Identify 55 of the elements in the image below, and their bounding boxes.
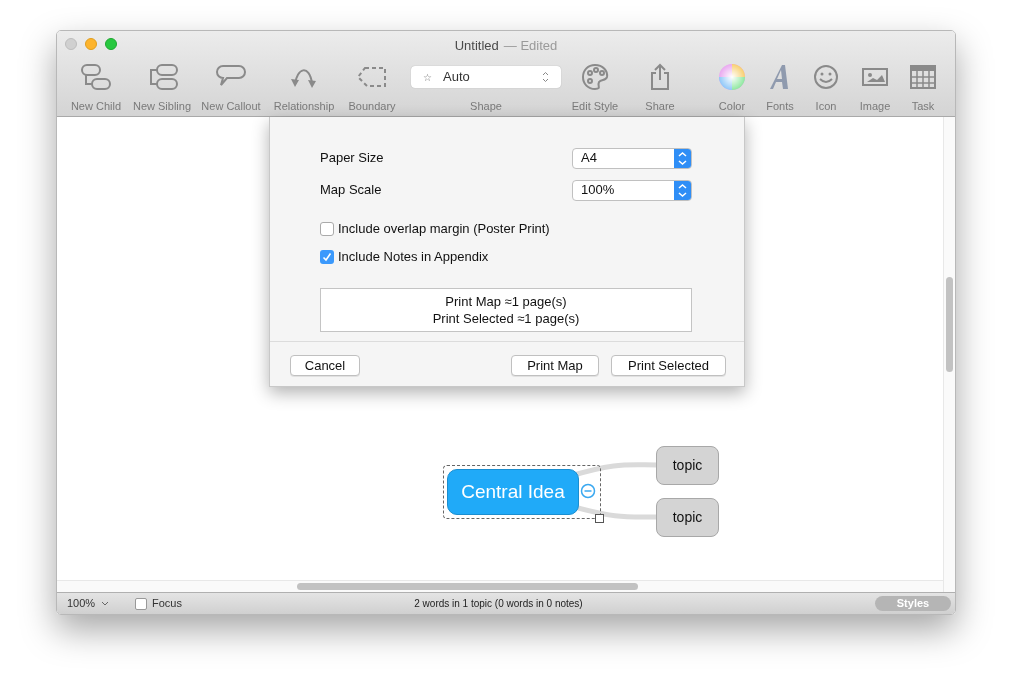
- toolbar-button[interactable]: Boundary: [348, 60, 396, 115]
- zoom-button[interactable]: [105, 37, 117, 50]
- popup-button[interactable]: 100%: [572, 179, 692, 201]
- toolbar-button[interactable]: New Sibling: [132, 60, 192, 115]
- toolbar-button[interactable]: Icon: [812, 60, 840, 115]
- field-label: Map Scale: [320, 181, 382, 200]
- focus-checkbox[interactable]: [135, 597, 147, 610]
- palette-icon: [580, 62, 610, 92]
- collapse-icon[interactable]: [580, 483, 596, 499]
- styles-button[interactable]: Styles: [875, 596, 951, 611]
- stepper-arrows-icon: [542, 71, 549, 83]
- toolbar-button[interactable]: Edit Style: [571, 60, 619, 115]
- subtopic[interactable]: topic: [656, 446, 719, 485]
- toolbar-button[interactable]: Share: [645, 60, 675, 115]
- chevron-down-icon: [101, 601, 110, 606]
- toolbar-button[interactable]: New Child: [70, 60, 122, 115]
- dialog-button[interactable]: Print Selected: [611, 355, 726, 376]
- close-button[interactable]: [65, 37, 77, 50]
- toolbar-button[interactable]: Image: [859, 60, 891, 115]
- popup-button[interactable]: A4: [572, 147, 692, 169]
- vertical-scrollbar[interactable]: [946, 277, 953, 372]
- shape-dropdown[interactable]: ☆ Auto: [411, 66, 561, 88]
- focus-label: Focus: [152, 596, 182, 612]
- horizontal-scrollbar[interactable]: [297, 583, 638, 590]
- subtopic[interactable]: topic: [656, 498, 719, 537]
- checkbox-label: Include overlap margin (Poster Print): [338, 220, 550, 239]
- summary-line: Print Map ≈1 page(s): [445, 293, 567, 310]
- window-title: Untitled: [454, 37, 499, 55]
- checkbox[interactable]: [320, 250, 334, 264]
- stepper-arrows-icon: [674, 180, 691, 200]
- star-icon: ☆: [423, 69, 443, 85]
- central-topic[interactable]: Central Idea: [447, 469, 579, 515]
- resize-handle[interactable]: [595, 514, 604, 523]
- summary-line: Print Selected ≈1 page(s): [432, 310, 580, 327]
- toolbar-button[interactable]: Color: [718, 60, 746, 115]
- word-count: 2 words in 1 topic (0 words in 0 notes): [414, 597, 583, 611]
- toolbar-button[interactable]: Relationship: [273, 60, 335, 115]
- edited-status: — Edited: [503, 37, 558, 55]
- dialog-button[interactable]: Cancel: [290, 355, 360, 376]
- calendar-grid-icon: [908, 62, 938, 92]
- minimize-button[interactable]: [85, 37, 97, 50]
- toolbar-button[interactable]: Task: [908, 60, 938, 115]
- color-wheel-icon: [718, 63, 746, 91]
- toolbar-button[interactable]: New Callout: [201, 60, 261, 115]
- new-child-icon: [79, 62, 113, 92]
- zoom-dropdown[interactable]: 100%: [67, 595, 127, 612]
- stepper-arrows-icon: [674, 148, 691, 168]
- smiley-icon: [812, 63, 840, 91]
- checkbox-label: Include Notes in Appendix: [338, 248, 489, 267]
- field-label: Paper Size: [320, 149, 384, 168]
- shape-value: Auto: [443, 68, 471, 87]
- checkbox[interactable]: [320, 222, 334, 236]
- dialog-button[interactable]: Print Map: [511, 355, 599, 376]
- toolbar-button[interactable]: Fonts: [766, 60, 794, 115]
- toolbar-label: Shape: [470, 99, 502, 114]
